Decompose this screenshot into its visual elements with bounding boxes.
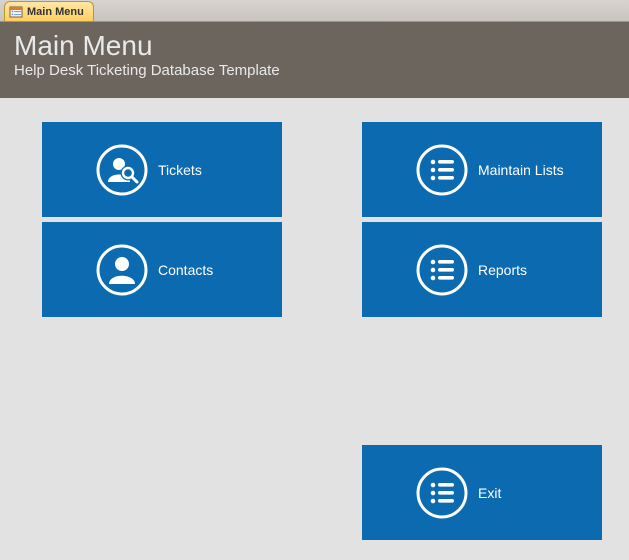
tab-main-menu[interactable]: Main Menu [4,1,94,21]
tile-label: Contacts [158,262,213,278]
list-icon [416,467,468,519]
tab-label: Main Menu [27,6,84,18]
header: Main Menu Help Desk Ticketing Database T… [0,22,629,98]
person-search-icon [96,144,148,196]
tile-label: Tickets [158,162,202,178]
maintain-lists-button[interactable]: Maintain Lists [362,122,602,217]
list-icon [416,144,468,196]
tile-label: Exit [478,485,501,501]
page-title: Main Menu [14,30,615,62]
form-icon [9,5,23,19]
list-icon [416,244,468,296]
person-icon [96,244,148,296]
reports-button[interactable]: Reports [362,222,602,317]
tab-strip: Main Menu [0,0,629,22]
exit-button[interactable]: Exit [362,445,602,540]
tickets-button[interactable]: Tickets [42,122,282,217]
tile-label: Maintain Lists [478,162,564,178]
contacts-button[interactable]: Contacts [42,222,282,317]
content-area: Tickets Contacts Maintain Lists [0,98,629,560]
tile-label: Reports [478,262,527,278]
page-subtitle: Help Desk Ticketing Database Template [14,62,615,79]
